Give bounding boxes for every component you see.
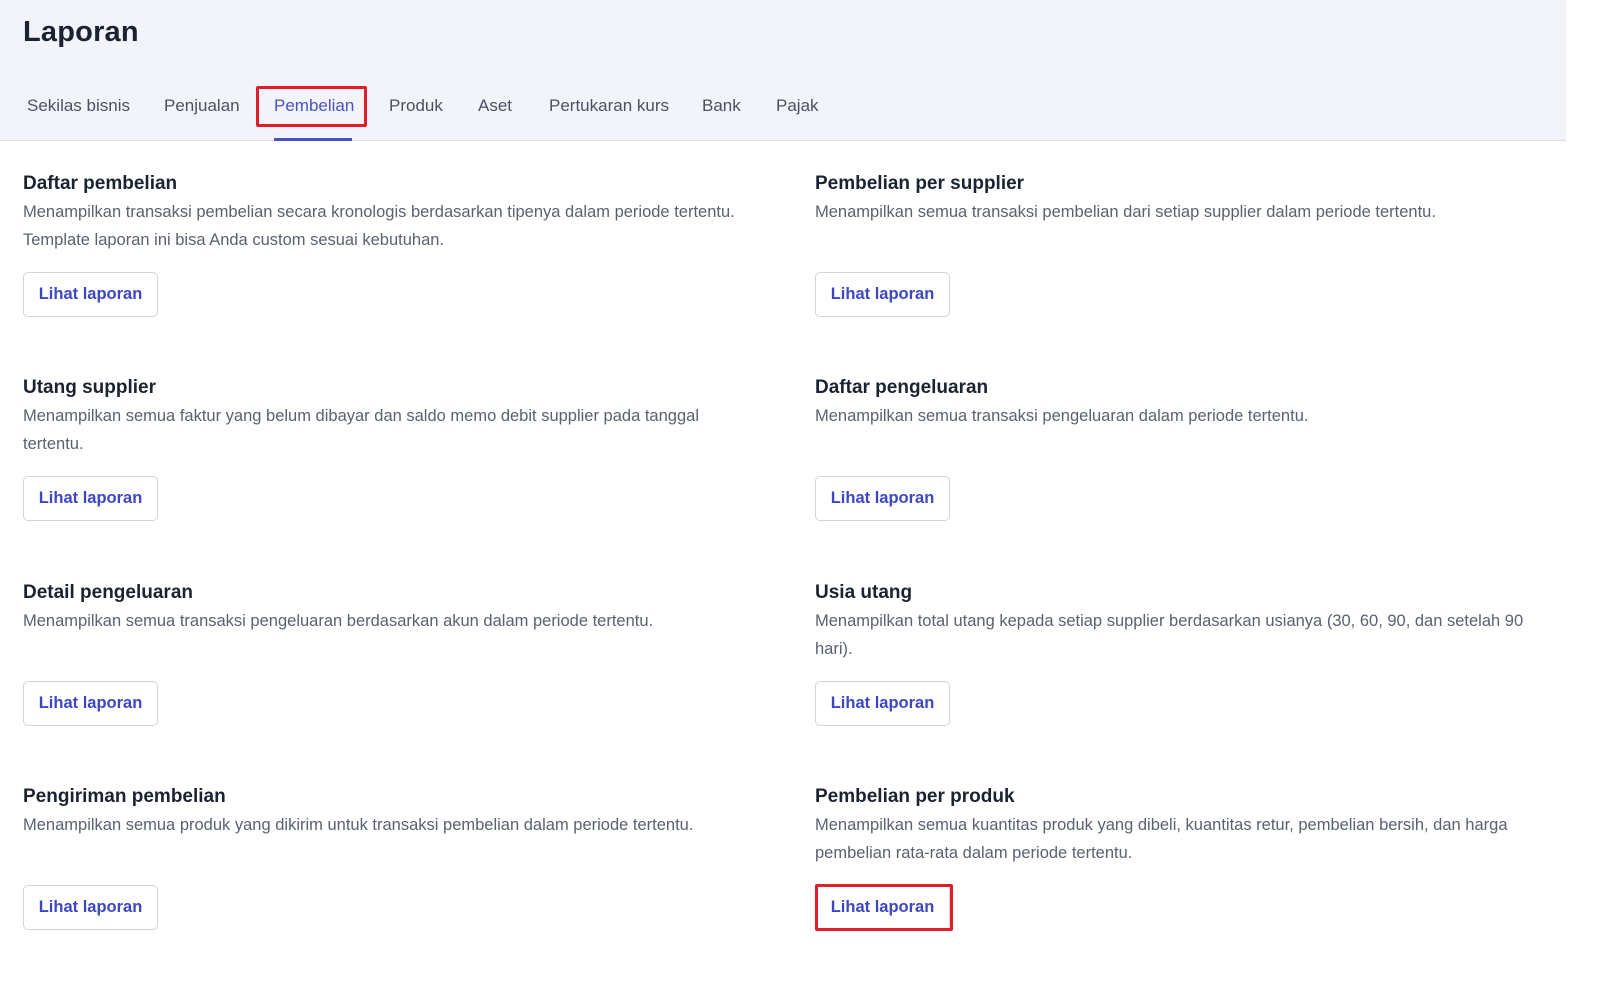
report-card-pembelian-per-supplier: Pembelian per supplier Menampilkan semua…: [815, 172, 1555, 226]
lihat-laporan-button-pembelian-per-produk[interactable]: Lihat laporan: [815, 885, 950, 930]
page-header: Laporan Sekilas bisnis Penjualan Pembeli…: [0, 0, 1566, 141]
report-description: Menampilkan semua kuantitas produk yang …: [815, 816, 1508, 862]
report-description: Menampilkan semua transaksi pembelian da…: [815, 203, 1436, 221]
report-description: Menampilkan semua transaksi pengeluaran …: [23, 612, 654, 630]
report-title: Usia utang: [815, 582, 913, 603]
report-title: Daftar pengeluaran: [815, 377, 989, 398]
report-card-detail-pengeluaran: Detail pengeluaran Menampilkan semua tra…: [23, 581, 763, 635]
report-title: Utang supplier: [23, 377, 157, 398]
report-description: Menampilkan transaksi pembelian secara k…: [23, 203, 735, 249]
report-card-daftar-pengeluaran: Daftar pengeluaran Menampilkan semua tra…: [815, 376, 1555, 430]
tab-bank[interactable]: Bank: [702, 96, 741, 116]
report-title: Daftar pembelian: [23, 173, 178, 194]
report-card-pembelian-per-produk: Pembelian per produk Menampilkan semua k…: [815, 785, 1555, 867]
tab-penjualan[interactable]: Penjualan: [164, 96, 240, 116]
report-description: Menampilkan total utang kepada setiap su…: [815, 612, 1524, 658]
lihat-laporan-button-pengiriman-pembelian[interactable]: Lihat laporan: [23, 885, 158, 930]
report-card-pengiriman-pembelian: Pengiriman pembelian Menampilkan semua p…: [23, 785, 763, 839]
active-tab-indicator: [274, 138, 352, 141]
report-title: Pengiriman pembelian: [23, 786, 226, 807]
report-card-utang-supplier: Utang supplier Menampilkan semua faktur …: [23, 376, 763, 458]
report-card-daftar-pembelian: Daftar pembelian Menampilkan transaksi p…: [23, 172, 763, 254]
tab-sekilas-bisnis[interactable]: Sekilas bisnis: [27, 96, 130, 116]
report-title: Detail pengeluaran: [23, 582, 193, 603]
lihat-laporan-button-detail-pengeluaran[interactable]: Lihat laporan: [23, 681, 158, 726]
tab-pertukaran-kurs[interactable]: Pertukaran kurs: [549, 96, 669, 116]
tab-pajak[interactable]: Pajak: [776, 96, 819, 116]
report-title: Pembelian per produk: [815, 786, 1015, 807]
lihat-laporan-button-pembelian-per-supplier[interactable]: Lihat laporan: [815, 272, 950, 317]
report-card-usia-utang: Usia utang Menampilkan total utang kepad…: [815, 581, 1555, 663]
report-description: Menampilkan semua transaksi pengeluaran …: [815, 407, 1309, 425]
report-description: Menampilkan semua faktur yang belum diba…: [23, 407, 699, 453]
page-title: Laporan: [23, 16, 139, 48]
lihat-laporan-button-daftar-pembelian[interactable]: Lihat laporan: [23, 272, 158, 317]
lihat-laporan-button-daftar-pengeluaran[interactable]: Lihat laporan: [815, 476, 950, 521]
tab-aset[interactable]: Aset: [478, 96, 512, 116]
report-description: Menampilkan semua produk yang dikirim un…: [23, 816, 694, 834]
lihat-laporan-button-utang-supplier[interactable]: Lihat laporan: [23, 476, 158, 521]
report-title: Pembelian per supplier: [815, 173, 1025, 194]
tab-pembelian[interactable]: Pembelian: [274, 96, 354, 116]
tab-produk[interactable]: Produk: [389, 96, 443, 116]
lihat-laporan-button-usia-utang[interactable]: Lihat laporan: [815, 681, 950, 726]
